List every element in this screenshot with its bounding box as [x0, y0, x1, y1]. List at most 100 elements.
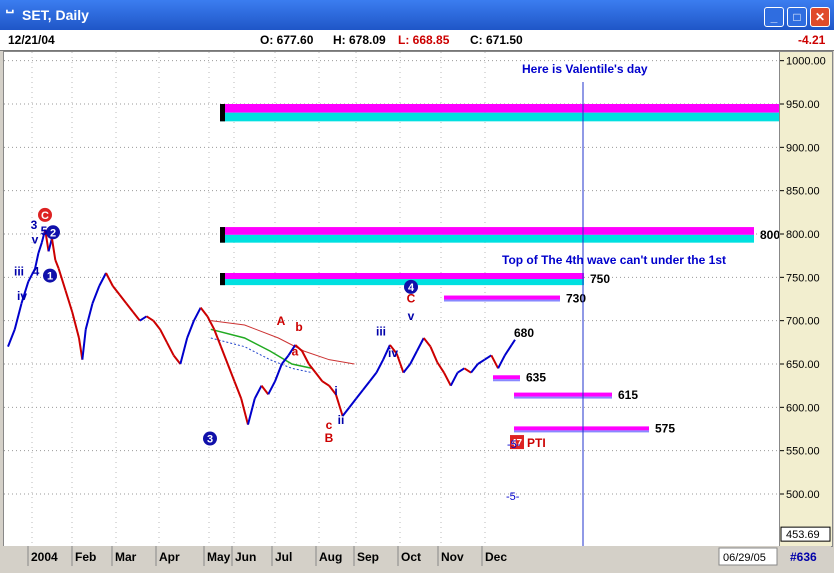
- wave-label: 1: [47, 271, 53, 283]
- price-segment: [260, 385, 270, 395]
- level-band: [493, 375, 520, 380]
- price-segment: [301, 350, 310, 365]
- quote-date: 12/21/04: [8, 33, 55, 47]
- price-segment: [470, 363, 479, 374]
- price-segment: [463, 367, 472, 374]
- wave5-target: -5-: [507, 439, 521, 451]
- x-tick-label: Mar: [115, 550, 137, 564]
- level-band: [444, 299, 560, 302]
- quote-info-bar: 12/21/04 O: 677.60 H: 678.09 L: 668.85 C…: [0, 30, 834, 51]
- price-segment: [71, 311, 80, 339]
- price-segment: [416, 337, 425, 352]
- window-title: SET, Daily: [22, 7, 89, 23]
- price-segment: [186, 320, 195, 339]
- wave-label: 3: [207, 434, 213, 446]
- level-label: 800: [760, 228, 779, 242]
- level-band-anchor: [220, 104, 225, 122]
- y-tick-label: 600.00: [786, 402, 820, 414]
- y-axis-canvas: 1000.00 950.00 900.00 850.00 800.00 750.00 700…: [780, 56, 831, 542]
- wave-label: C: [407, 291, 416, 305]
- level-label: 615: [618, 388, 638, 402]
- level-label: 680: [514, 326, 534, 340]
- wave-label: ii: [338, 413, 345, 427]
- price-segment: [193, 307, 202, 322]
- quote-close: C: 671.50: [470, 33, 523, 47]
- price-segment: [443, 372, 452, 387]
- price-segment: [125, 302, 134, 313]
- wave-label: B: [325, 431, 334, 445]
- y-tick-label: 850.00: [786, 186, 820, 198]
- price-segment: [139, 315, 148, 322]
- price-segment: [274, 363, 283, 382]
- x-axis-canvas: 06/29/05 #636 2004 Feb Mar Apr May Jun Jul Aug S…: [3, 546, 831, 568]
- price-segment: [240, 398, 249, 425]
- wave-label: A: [277, 314, 286, 328]
- x-tick-label: Jul: [275, 550, 292, 564]
- x-tick-label: May: [207, 550, 231, 564]
- level-band: [514, 426, 649, 431]
- minimize-button[interactable]: _: [764, 7, 784, 27]
- wave5-target: -5-: [506, 491, 520, 503]
- level-band: [514, 430, 649, 433]
- y-tick-label: 800.00: [786, 229, 820, 241]
- price-segment: [159, 328, 168, 343]
- price-segment: [132, 311, 141, 322]
- price-segment: [37, 242, 43, 254]
- level-band-anchor: [220, 227, 225, 243]
- x-tick-label: 2004: [31, 550, 58, 564]
- level-band: [514, 392, 612, 397]
- price-segment: [321, 380, 330, 387]
- price-segment: [457, 367, 465, 374]
- price-segment: [54, 259, 60, 270]
- price-segment: [152, 320, 161, 330]
- wave-label: b: [295, 320, 302, 334]
- price-segment: [165, 341, 175, 356]
- price-segment: [402, 363, 412, 374]
- level-band: [444, 295, 560, 300]
- close-button[interactable]: ✕: [810, 7, 830, 27]
- wave-label: a: [292, 344, 299, 358]
- x-tick-label: Jun: [235, 550, 256, 564]
- level-band: [220, 104, 782, 113]
- wave-label: c: [326, 418, 333, 432]
- y-tick-label: 900.00: [786, 142, 820, 154]
- price-segment: [98, 272, 107, 287]
- price-segment: [7, 328, 16, 348]
- price-segment: [449, 372, 459, 387]
- wave-label: 3: [31, 218, 38, 232]
- wave-label: i: [334, 384, 337, 398]
- price-segment: [118, 294, 128, 304]
- chart-canvas: 94080075073063561557568012C34CABabciiiii…: [4, 52, 808, 546]
- price-segment: [348, 398, 357, 408]
- window-title-bar: ⵯ SET, Daily _ □ ✕: [0, 0, 834, 30]
- y-tick-label: 650.00: [786, 359, 820, 371]
- price-segment: [50, 238, 57, 261]
- maximize-button[interactable]: □: [787, 7, 807, 27]
- chart-icon: ⵯ: [6, 8, 14, 25]
- price-segment: [84, 303, 94, 330]
- quote-high: H: 678.09: [333, 33, 386, 47]
- price-segment: [91, 285, 101, 304]
- y-tick-label: 750.00: [786, 272, 820, 284]
- level-band: [493, 379, 520, 382]
- price-segment: [362, 380, 371, 391]
- level-band: [220, 227, 754, 235]
- price-chart[interactable]: 94080075073063561557568012C34CABabciiiii…: [3, 51, 808, 547]
- level-band: [514, 396, 612, 399]
- quote-low: L: 668.85: [398, 33, 450, 47]
- x-tick-label: Oct: [401, 550, 421, 564]
- wave-label: iv: [17, 289, 27, 303]
- level-band: [220, 234, 754, 243]
- x-tick-label: Apr: [159, 550, 180, 564]
- chart-number: #636: [790, 550, 817, 564]
- price-segment: [13, 303, 23, 330]
- x-tick-label: Aug: [319, 550, 342, 564]
- y-tick-label: 500.00: [786, 489, 820, 501]
- level-band: [220, 279, 584, 286]
- price-segment: [220, 346, 229, 365]
- level-band: [220, 112, 782, 122]
- price-segment: [179, 337, 189, 365]
- pti-label: PTI: [527, 436, 546, 450]
- level-band-anchor: [220, 273, 225, 286]
- price-segment: [105, 272, 114, 287]
